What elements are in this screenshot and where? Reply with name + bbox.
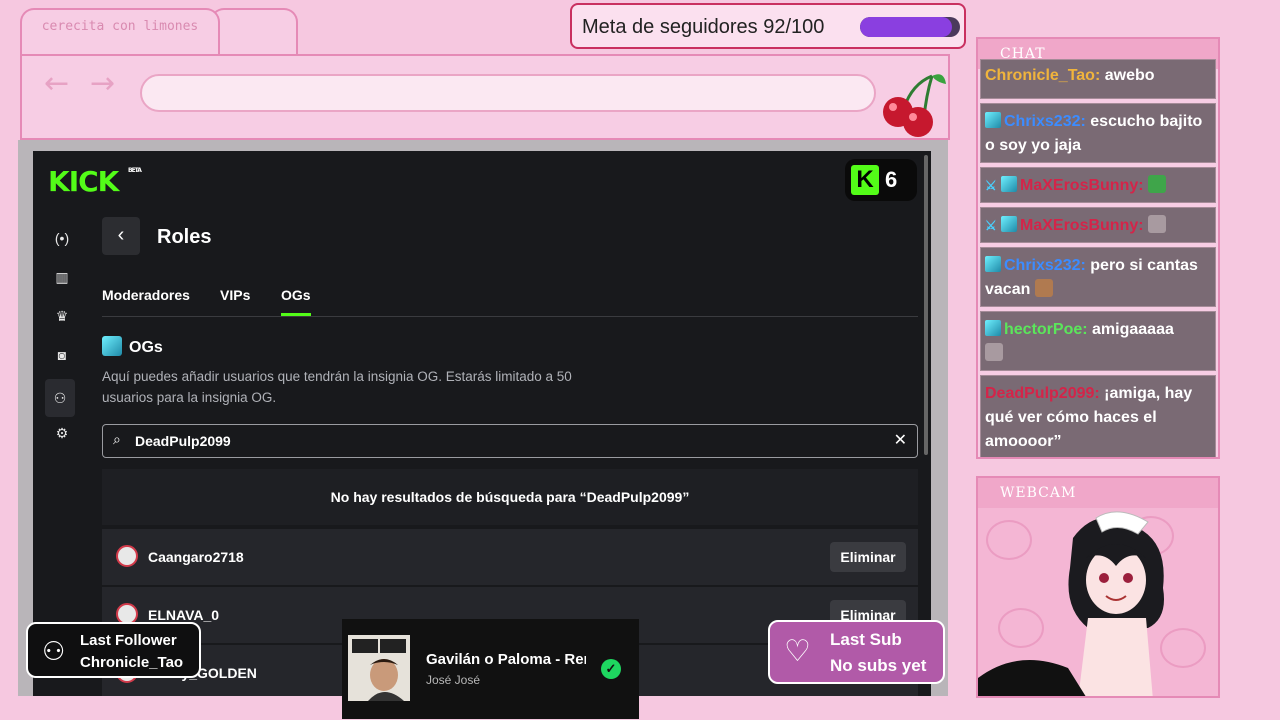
back-button[interactable]: ‹ — [102, 217, 140, 255]
og-badge-icon — [1001, 176, 1017, 192]
trophy-icon[interactable]: ♛ — [47, 301, 77, 331]
forward-arrow-icon[interactable]: → — [90, 66, 115, 101]
og-username: Caangaro2718 — [148, 549, 244, 565]
kick-dashboard: KICK BETA K 6 (•) ▥ ♛ ◙ ⚇ ⚙ ‹ Roles Mode… — [33, 151, 931, 696]
webcam-panel: WEBCAM — [976, 476, 1220, 698]
remove-button[interactable]: Eliminar — [830, 542, 906, 572]
og-badge-icon — [1001, 216, 1017, 232]
last-follower-name: Chronicle_Tao — [80, 654, 184, 671]
browser-tab-active[interactable]: cerecita con limones — [20, 8, 220, 56]
og-username: ELNAVA_0 — [148, 607, 220, 623]
webcam-feed — [978, 508, 1218, 696]
kick-logo-text: KICK — [48, 165, 119, 198]
tab-vips[interactable]: VIPs — [220, 287, 250, 303]
song-title: Gavilán o Paloma - Rem — [426, 651, 586, 668]
browser-tab-inactive[interactable] — [210, 8, 298, 56]
back-arrow-icon[interactable]: ← — [44, 66, 69, 101]
chat-message: Chrixs232: escucho bajito o soy yo jaja — [980, 103, 1216, 163]
emote-icon — [1148, 175, 1167, 193]
goal-label: Meta de seguidores 92/100 — [582, 16, 825, 38]
emote-icon — [985, 343, 1003, 361]
gear-icon[interactable]: ⚙ — [47, 418, 77, 448]
kick-badge-icon: K — [851, 165, 879, 195]
goal-progress-fill — [860, 17, 952, 37]
last-follower-label: Last Follower — [80, 632, 177, 649]
user-add-icon: ⚇ — [42, 636, 66, 666]
chat-username: Chronicle_Tao: — [985, 67, 1101, 84]
broadcast-icon[interactable]: (•) — [47, 223, 77, 253]
tab-ogs[interactable]: OGs — [281, 287, 311, 316]
emote-icon — [1034, 279, 1053, 297]
last-sub-widget: ♡ Last Sub No subs yet — [768, 620, 945, 684]
clear-icon[interactable]: ✕ — [894, 430, 907, 450]
webcam-title: WEBCAM — [978, 478, 1218, 508]
album-art — [348, 635, 410, 701]
goal-progress-bar — [860, 17, 960, 37]
chat-message: hectorPoe: amigaaaaa — [980, 311, 1216, 371]
chat-message: Chronicle_Tao: awebo — [980, 59, 1216, 99]
browser-toolbar: ← → — [20, 54, 950, 140]
kick-badge-count: 6 — [885, 167, 898, 192]
chat-username: MaXErosBunny: — [1020, 217, 1144, 234]
last-sub-value: No subs yet — [830, 656, 927, 675]
search-icon: ⌕ — [113, 431, 121, 447]
user-avatar — [116, 545, 138, 567]
chat-message: Chrixs232: pero si cantas vacan — [980, 247, 1216, 307]
og-description: Aquí puedes añadir usuarios que tendrán … — [102, 369, 572, 405]
last-sub-label: Last Sub — [830, 630, 902, 649]
og-section-label: OGs — [129, 339, 163, 356]
check-icon: ✓ — [601, 659, 621, 679]
vtuber-avatar — [978, 511, 1164, 696]
og-badge-icon — [985, 320, 1001, 336]
cherry-icon — [883, 74, 946, 137]
roles-tabs: Moderadores VIPs OGs — [102, 287, 918, 317]
address-bar[interactable] — [140, 74, 876, 112]
chat-message: ⚔ MaXErosBunny: — [980, 167, 1216, 203]
og-badge-icon — [102, 336, 122, 356]
song-artist: José José — [426, 673, 481, 687]
og-badge-icon — [985, 256, 1001, 272]
camera-icon[interactable]: ◙ — [47, 340, 77, 370]
og-user-row: Caangaro2718 Eliminar — [102, 529, 918, 585]
kick-logo-beta: BETA — [128, 167, 142, 174]
chat-panel: CHAT Chronicle_Tao: awebo Chrixs232: esc… — [976, 37, 1220, 459]
chat-username: Chrixs232: — [1004, 257, 1086, 274]
emote-icon — [1148, 215, 1167, 233]
users-icon[interactable]: ⚇ — [45, 379, 75, 417]
chat-message: ⚔ MaXErosBunny: — [980, 207, 1216, 243]
last-follower-widget: ⚇ Last Follower Chronicle_Tao — [26, 622, 201, 678]
sword-icon: ⚔ — [985, 218, 997, 233]
og-badge-icon — [985, 112, 1001, 128]
page-title: Roles — [157, 226, 212, 248]
og-search-input[interactable]: ⌕ DeadPulp2099 ✕ — [102, 424, 918, 458]
chat-username: DeadPulp2099: — [985, 385, 1100, 402]
sword-icon: ⚔ — [985, 178, 997, 193]
scrollbar[interactable] — [924, 155, 928, 455]
chat-text: amigaaaaa — [1087, 321, 1174, 338]
heart-icon: ♡ — [784, 635, 811, 668]
follower-goal: Meta de seguidores 92/100 — [570, 3, 966, 49]
chat-username: MaXErosBunny: — [1020, 177, 1144, 194]
browser-tab-label: cerecita con limones — [41, 19, 199, 34]
kick-logo[interactable]: KICK BETA — [48, 165, 142, 198]
chart-icon[interactable]: ▥ — [47, 262, 77, 292]
kick-window: KICK BETA K 6 (•) ▥ ♛ ◙ ⚇ ⚙ ‹ Roles Mode… — [18, 140, 948, 696]
chat-username: hectorPoe: — [1004, 321, 1088, 338]
album-cover — [348, 635, 410, 701]
chat-text: awebo — [1100, 67, 1155, 84]
kick-user-badge[interactable]: K 6 — [845, 159, 917, 201]
no-results-message: No hay resultados de búsqueda para “Dead… — [102, 469, 918, 525]
search-value: DeadPulp2099 — [135, 433, 231, 449]
chat-username: Chrixs232: — [1004, 113, 1086, 130]
chat-message: DeadPulp2099: ¡amiga, hay qué ver cómo h… — [980, 375, 1216, 457]
now-playing-widget: Gavilán o Paloma - Rem José José ✓ — [342, 619, 639, 719]
tab-moderadores[interactable]: Moderadores — [102, 287, 190, 303]
og-section-title: OGs — [102, 336, 163, 357]
